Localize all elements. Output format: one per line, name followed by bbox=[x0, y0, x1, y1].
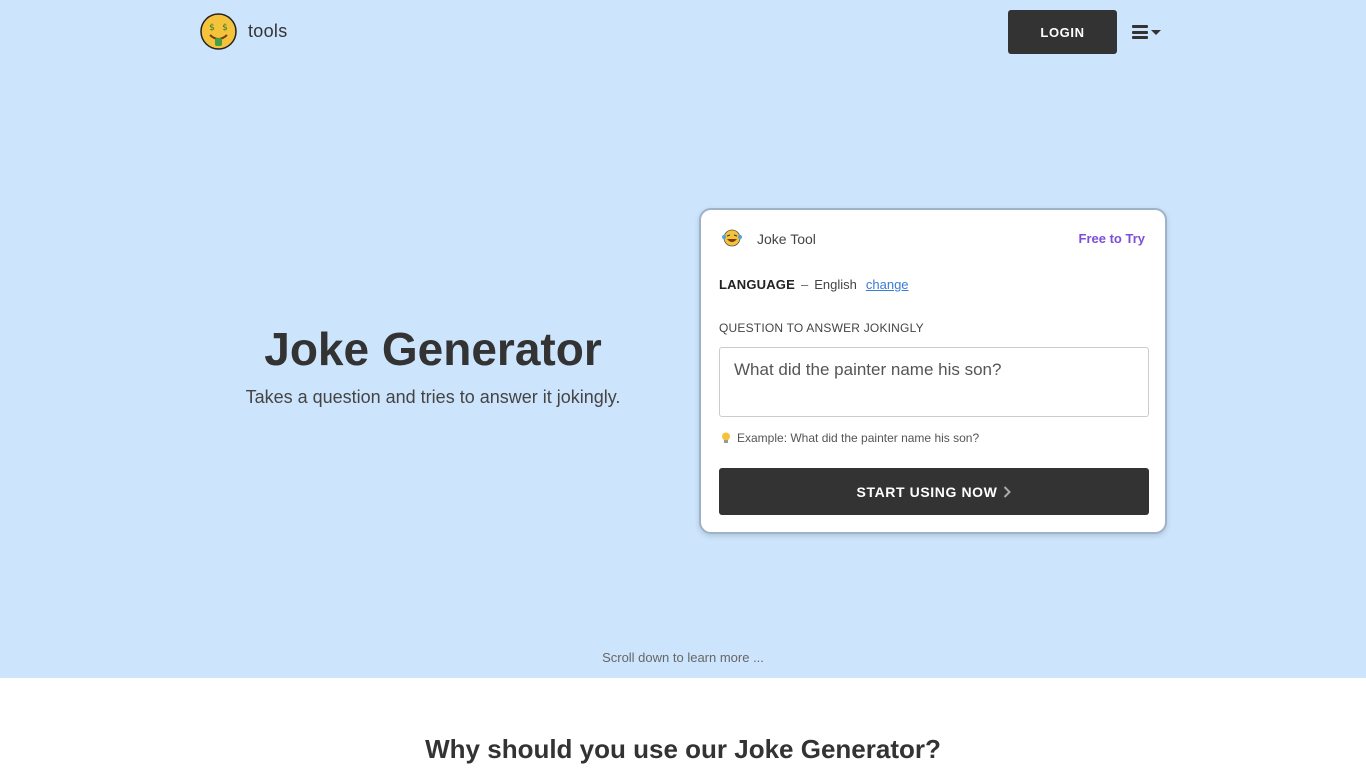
free-to-try-badge: Free to Try bbox=[1078, 231, 1145, 246]
tool-name: Joke Tool bbox=[757, 231, 816, 247]
svg-text:$: $ bbox=[222, 23, 228, 33]
start-button-label: START USING NOW bbox=[856, 483, 998, 500]
language-separator: – bbox=[801, 277, 809, 292]
lightbulb-icon bbox=[722, 432, 730, 443]
question-label: QUESTION TO ANSWER JOKINGLY bbox=[719, 321, 924, 335]
brand-name[interactable]: tools bbox=[248, 21, 288, 42]
change-language-link[interactable]: change bbox=[866, 277, 909, 292]
language-row: LANGUAGE – English change bbox=[719, 277, 909, 292]
example-hint: Example: What did the painter name his s… bbox=[721, 431, 979, 445]
menu-button[interactable] bbox=[1132, 22, 1168, 42]
start-using-now-button[interactable]: START USING NOW bbox=[719, 468, 1149, 515]
example-text: Example: What did the painter name his s… bbox=[737, 431, 980, 445]
chevron-right-icon bbox=[1004, 485, 1012, 498]
login-button[interactable]: LOGIN bbox=[1008, 10, 1117, 54]
svg-text:$: $ bbox=[209, 23, 215, 33]
money-face-logo-icon[interactable]: $ $ bbox=[200, 13, 237, 50]
page-subtitle: Takes a question and tries to answer it … bbox=[245, 387, 621, 407]
page-title: Joke Generator bbox=[264, 323, 602, 375]
scroll-hint: Scroll down to learn more ... bbox=[602, 650, 764, 665]
laughing-face-icon bbox=[722, 229, 742, 247]
tool-card: Joke Tool Free to Try LANGUAGE – English… bbox=[699, 208, 1167, 534]
language-value: English bbox=[814, 277, 857, 292]
hero-section: $ $ tools LOGIN Joke Generator Takes a q… bbox=[0, 0, 1366, 678]
language-label: LANGUAGE bbox=[719, 277, 795, 292]
hamburger-menu-icon bbox=[1132, 25, 1148, 39]
question-input[interactable] bbox=[719, 347, 1149, 417]
caret-down-icon bbox=[1151, 29, 1161, 35]
why-heading: Why should you use our Joke Generator? bbox=[425, 734, 941, 764]
